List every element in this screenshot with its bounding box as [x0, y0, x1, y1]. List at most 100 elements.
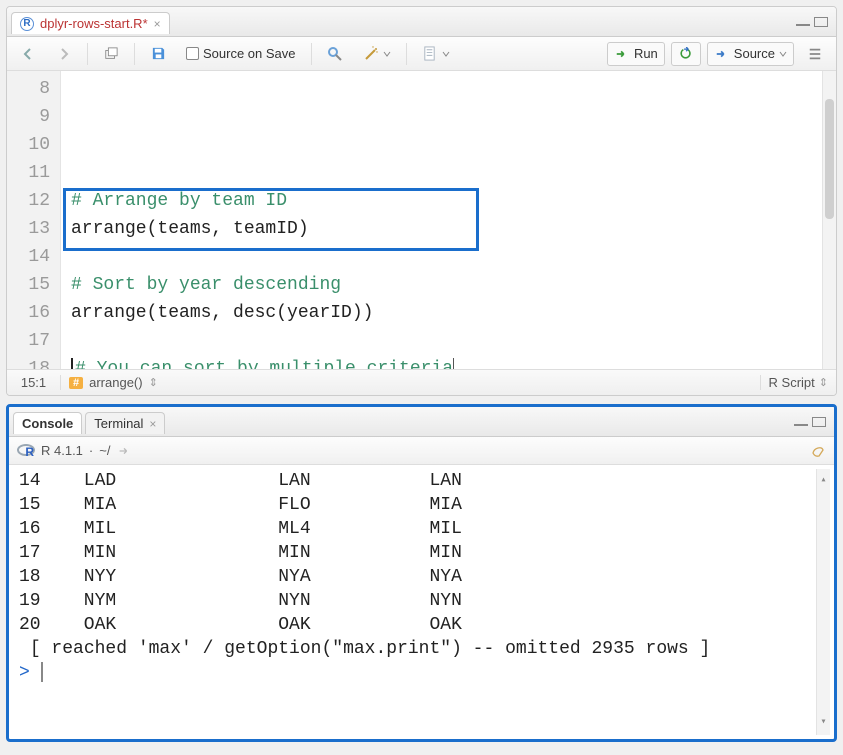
- search-icon: [327, 46, 343, 62]
- arrow-right-icon: [56, 46, 72, 62]
- source-label: Source: [734, 46, 775, 61]
- chevron-down-icon: [383, 46, 391, 62]
- code-line[interactable]: # You can sort by multiple criteria: [71, 355, 822, 369]
- line-number: 15: [7, 271, 50, 299]
- code-line[interactable]: arrange(teams, desc(yearID)): [71, 299, 822, 327]
- console-tab-label: Console: [22, 416, 73, 431]
- console-row: 18 NYY NYA NYA: [19, 565, 816, 589]
- line-number: 8: [7, 75, 50, 103]
- cursor-position: 15:1: [7, 375, 61, 390]
- console-row: 19 NYM NYN NYN: [19, 589, 816, 613]
- source-on-save-toggle[interactable]: Source on Save: [179, 42, 303, 65]
- section-icon: #: [69, 377, 83, 389]
- updown-icon: ⇕: [819, 376, 828, 389]
- code-line[interactable]: # Sort by year descending: [71, 271, 822, 299]
- run-icon: [614, 46, 630, 62]
- run-label: Run: [634, 46, 658, 61]
- line-number: 16: [7, 299, 50, 327]
- code-line[interactable]: arrange(teams, teamID): [71, 215, 822, 243]
- outline-button[interactable]: [800, 42, 830, 66]
- filetype-label: R Script: [769, 375, 815, 390]
- editor-scrollbar[interactable]: [822, 71, 836, 369]
- notebook-icon: [422, 46, 438, 62]
- line-number: 13: [7, 215, 50, 243]
- console-output[interactable]: 14 LAD LAN LAN15 MIA FLO MIA16 MIL ML4 M…: [9, 465, 834, 739]
- line-number: 9: [7, 103, 50, 131]
- console-prompt[interactable]: >: [19, 663, 41, 683]
- console-scrollbar[interactable]: ▴ ▾: [816, 469, 830, 735]
- find-button[interactable]: [320, 42, 350, 66]
- console-panel: Console Terminal × R R 4.1.1 · ~/: [6, 404, 837, 742]
- editor-tabstrip: R dplyr-rows-start.R* ×: [7, 7, 836, 37]
- scrollbar-thumb[interactable]: [825, 99, 834, 219]
- close-tab-icon[interactable]: ×: [149, 417, 156, 431]
- code-line[interactable]: [71, 327, 822, 355]
- forward-button[interactable]: [49, 42, 79, 66]
- checkbox-icon: [186, 47, 199, 60]
- r-file-icon: R: [20, 17, 34, 31]
- code-editor[interactable]: 89101112131415161718 # Arrange by team I…: [7, 71, 836, 369]
- editor-file-tab[interactable]: R dplyr-rows-start.R* ×: [11, 12, 170, 34]
- editor-tab-filename: dplyr-rows-start.R*: [40, 16, 148, 31]
- maximize-icon[interactable]: [814, 17, 828, 27]
- save-button[interactable]: [143, 42, 173, 66]
- source-icon: [714, 46, 730, 62]
- scope-breadcrumb[interactable]: # arrange() ⇕: [61, 375, 166, 390]
- updown-icon: ⇕: [149, 376, 158, 389]
- terminal-tab[interactable]: Terminal ×: [85, 412, 165, 434]
- code-line[interactable]: # Arrange by team ID: [71, 187, 822, 215]
- save-icon: [150, 46, 166, 62]
- rerun-icon: [678, 46, 694, 62]
- line-number: 12: [7, 187, 50, 215]
- minimize-icon[interactable]: [796, 24, 810, 26]
- r-version: R 4.1.1: [41, 443, 83, 458]
- source-button[interactable]: Source: [707, 42, 794, 66]
- goto-wd-icon[interactable]: [116, 443, 132, 459]
- popout-icon: [103, 46, 119, 62]
- editor-toolbar: Source on Save: [7, 37, 836, 71]
- console-tab[interactable]: Console: [13, 412, 82, 434]
- outline-icon: [807, 46, 823, 62]
- line-number: 11: [7, 159, 50, 187]
- console-row: 20 OAK OAK OAK: [19, 613, 816, 637]
- filetype-selector[interactable]: R Script ⇕: [760, 375, 836, 390]
- console-row: 16 MIL ML4 MIL: [19, 517, 816, 541]
- working-dir[interactable]: ~/: [99, 443, 110, 458]
- source-editor-panel: R dplyr-rows-start.R* ×: [6, 6, 837, 396]
- line-number-gutter: 89101112131415161718: [7, 71, 61, 369]
- console-trailer: [ reached 'max' / getOption("max.print")…: [19, 637, 816, 661]
- breadcrumb-label: arrange(): [89, 375, 142, 390]
- wd-separator: ·: [89, 443, 93, 458]
- code-line[interactable]: [71, 243, 822, 271]
- wand-icon: [363, 46, 379, 62]
- rerun-button[interactable]: [671, 42, 701, 66]
- line-number: 18: [7, 355, 50, 369]
- line-number: 10: [7, 131, 50, 159]
- minimize-icon[interactable]: [794, 424, 808, 426]
- terminal-tab-label: Terminal: [94, 416, 143, 431]
- run-button[interactable]: Run: [607, 42, 665, 66]
- line-number: 14: [7, 243, 50, 271]
- console-tabstrip: Console Terminal ×: [9, 407, 834, 437]
- compile-report-button[interactable]: [415, 42, 457, 66]
- console-window-controls: [794, 417, 826, 427]
- console-row: 15 MIA FLO MIA: [19, 493, 816, 517]
- code-line[interactable]: [71, 159, 822, 187]
- scroll-down-icon[interactable]: ▾: [817, 711, 830, 735]
- close-tab-icon[interactable]: ×: [154, 17, 161, 31]
- console-toolbar: R R 4.1.1 · ~/: [9, 437, 834, 465]
- source-on-save-label: Source on Save: [203, 46, 296, 61]
- show-in-new-window-button[interactable]: [96, 42, 126, 66]
- chevron-down-icon: [779, 46, 787, 62]
- scroll-up-icon[interactable]: ▴: [817, 469, 830, 493]
- arrow-left-icon: [20, 46, 36, 62]
- code-tools-button[interactable]: [356, 42, 398, 66]
- line-number: 17: [7, 327, 50, 355]
- clear-console-icon[interactable]: [810, 443, 826, 459]
- editor-window-controls: [796, 17, 828, 27]
- console-row: 17 MIN MIN MIN: [19, 541, 816, 565]
- code-content[interactable]: # Arrange by team IDarrange(teams, teamI…: [61, 71, 822, 369]
- maximize-icon[interactable]: [812, 417, 826, 427]
- editor-statusbar: 15:1 # arrange() ⇕ R Script ⇕: [7, 369, 836, 395]
- back-button[interactable]: [13, 42, 43, 66]
